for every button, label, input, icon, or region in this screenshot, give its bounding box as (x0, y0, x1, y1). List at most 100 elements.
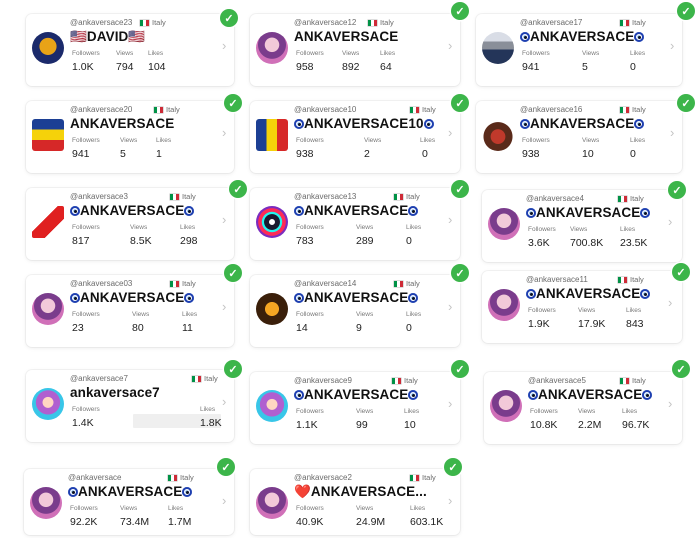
followers-count: 1.1K (296, 419, 318, 431)
avatar (32, 388, 64, 420)
views-label: Views (582, 137, 600, 144)
account-card[interactable]: @ankaversace20 Italy ANKAVERSACE Followe… (26, 101, 234, 173)
account-card[interactable]: @ankaversace Italy ANKAVERSACE Followers… (24, 469, 234, 535)
views-count: 73.4M (120, 516, 150, 528)
likes-label: Likes (404, 408, 420, 415)
views-count: 9 (356, 322, 362, 334)
likes-label: Likes (406, 224, 422, 231)
followers-label: Followers (72, 50, 100, 57)
avatar (482, 32, 514, 64)
account-handle: @ankaversace13 (294, 192, 357, 201)
likes-count: 11 (182, 322, 193, 334)
nazar-eye-icon (526, 208, 536, 218)
followers-label: Followers (296, 137, 324, 144)
italy-flag-icon (154, 106, 163, 113)
followers-count: 941 (72, 148, 90, 160)
display-name: ANKAVERSACE (70, 116, 175, 131)
followers-count: 1.9K (528, 318, 550, 330)
likes-label: Likes (380, 50, 396, 57)
account-card[interactable]: @ankaversace16 Italy ANKAVERSACE Followe… (476, 101, 682, 173)
avatar (256, 390, 288, 422)
green-check-icon: ✓ (668, 181, 686, 199)
italy-flag-icon (394, 193, 403, 200)
chevron-right-icon: › (668, 214, 673, 229)
country-label: Italy (618, 194, 644, 203)
account-card[interactable]: @ankaversace11 Italy ANKAVERSACE Followe… (482, 271, 682, 343)
followers-label: Followers (296, 224, 324, 231)
followers-label: Followers (70, 505, 98, 512)
likes-label: Likes (182, 311, 198, 318)
account-handle: @ankaversace17 (520, 18, 583, 27)
display-name: ANKAVERSACE (294, 203, 419, 218)
green-check-icon: ✓ (672, 360, 690, 378)
nazar-eye-icon (634, 32, 645, 42)
display-name: ankaversace7 (70, 385, 160, 400)
country-label: Italy (620, 105, 646, 114)
followers-label: Followers (522, 137, 550, 144)
account-handle: @ankaversace4 (526, 194, 584, 203)
followers-count: 14 (296, 322, 308, 334)
italy-flag-icon (620, 377, 629, 384)
followers-count: 1.0K (72, 61, 94, 73)
italy-flag-icon (620, 19, 629, 26)
views-label: Views (132, 311, 150, 318)
display-name: ANKAVERSACE (520, 116, 645, 131)
account-card[interactable]: @ankaversace3 Italy ANKAVERSACE Follower… (26, 188, 234, 260)
account-card[interactable]: @ankaversace14 Italy ANKAVERSACE Followe… (250, 275, 460, 347)
nazar-eye-icon (528, 390, 538, 400)
followers-count: 1.4K (72, 417, 94, 429)
likes-label: Likes (180, 224, 196, 231)
green-check-icon: ✓ (672, 263, 690, 281)
italy-flag-icon (618, 276, 627, 283)
nazar-eye-icon (182, 487, 193, 497)
views-count: 5 (582, 61, 588, 73)
chevron-right-icon: › (448, 493, 453, 508)
green-check-icon: ✓ (677, 2, 695, 20)
followers-count: 3.6K (528, 237, 550, 249)
display-name: ANKAVERSACE (528, 387, 653, 402)
followers-label: Followers (296, 505, 324, 512)
account-card[interactable]: @ankaversace17 Italy ANKAVERSACE Followe… (476, 14, 682, 86)
chevron-right-icon: › (448, 38, 453, 53)
avatar (32, 293, 64, 325)
likes-count: 23.5K (620, 237, 648, 249)
account-card[interactable]: @ankaversace12 Italy ANKAVERSACE Followe… (250, 14, 460, 86)
display-name: ANKAVERSACE (70, 290, 195, 305)
views-label: Views (356, 311, 374, 318)
account-handle: @ankaversace2 (294, 473, 352, 482)
likes-count: 10 (404, 419, 416, 431)
views-label: Views (116, 50, 134, 57)
display-name: ❤️ANKAVERSACE... (294, 484, 427, 499)
likes-label: Likes (200, 406, 216, 413)
account-card[interactable]: @ankaversace4 Italy ANKAVERSACE Follower… (482, 190, 682, 262)
account-card[interactable]: @ankaversace9 Italy ANKAVERSACE Follower… (250, 372, 460, 444)
display-name: ANKAVERSACE (68, 484, 193, 499)
account-card[interactable]: @ankaversace13 Italy ANKAVERSACE Followe… (250, 188, 460, 260)
account-card[interactable]: @ankaversace23 Italy 🇺🇸DAVID🇺🇸 Followers… (26, 14, 234, 86)
account-card[interactable]: @ankaversace10 Italy ANKAVERSACE10 Follo… (250, 101, 460, 173)
account-card[interactable]: @ankaversace5 Italy ANKAVERSACE Follower… (484, 372, 682, 444)
followers-count: 10.8K (530, 419, 558, 431)
chevron-right-icon: › (222, 394, 227, 409)
display-name: ANKAVERSACE10 (294, 116, 434, 131)
chevron-right-icon: › (222, 125, 227, 140)
account-card[interactable]: @ankaversace2 Italy ❤️ANKAVERSACE... Fol… (250, 469, 460, 535)
likes-count: 64 (380, 61, 392, 73)
likes-count: 0 (630, 148, 636, 160)
avatar (256, 32, 288, 64)
account-card[interactable]: @ankaversace7 Italy ankaversace7 Followe… (26, 370, 234, 442)
nazar-eye-icon (423, 119, 434, 129)
account-handle: @ankaversace7 (70, 374, 128, 383)
nazar-eye-icon (520, 32, 530, 42)
avatar (32, 32, 64, 64)
display-name: ANKAVERSACE (70, 203, 195, 218)
green-check-icon: ✓ (224, 360, 242, 378)
account-card[interactable]: @ankaversace03 Italy ANKAVERSACE Followe… (26, 275, 234, 347)
display-name: ANKAVERSACE (294, 387, 419, 402)
nazar-eye-icon (68, 487, 78, 497)
account-handle: @ankaversace14 (294, 279, 357, 288)
nazar-eye-icon (634, 119, 645, 129)
views-count: 2 (364, 148, 370, 160)
avatar (32, 206, 64, 238)
nazar-eye-icon (294, 119, 304, 129)
